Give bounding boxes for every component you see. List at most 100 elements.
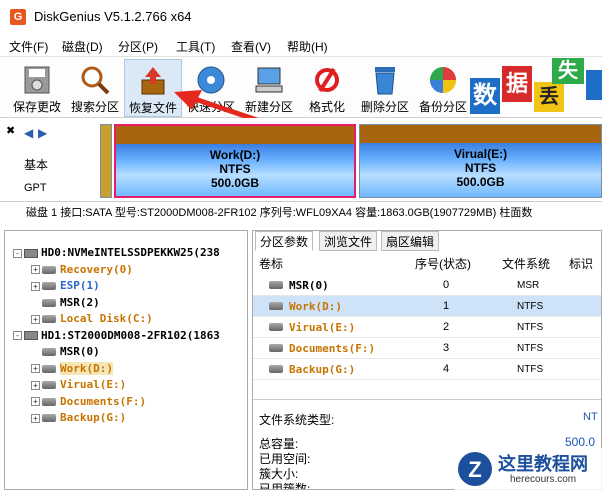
tab-partition-params[interactable]: 分区参数 (255, 231, 314, 251)
small-partition-block[interactable] (100, 124, 112, 198)
partition-block-work[interactable]: Work(D:) NTFS 500.0GB (114, 124, 356, 198)
cell-label: MSR(0) (289, 279, 329, 292)
expand-toggle-icon[interactable]: + (31, 364, 40, 373)
logo-tile-shu: 数 (470, 78, 500, 114)
disk-style: GPT (24, 182, 47, 194)
partition-icon (42, 414, 56, 422)
cell-index: 4 (443, 363, 450, 375)
expand-toggle-icon[interactable]: + (31, 397, 40, 406)
cell-label: Work(D:) (289, 300, 342, 313)
tree-item-label: Virual(E:) (60, 378, 127, 391)
cell-fs: NTFS (517, 343, 544, 354)
search-partition-label: 搜索分区 (70, 100, 119, 114)
tab-sector-edit[interactable]: 扇区编辑 (381, 231, 440, 251)
search-partition-button[interactable]: 搜索分区 (66, 59, 124, 117)
hard-disk-icon (24, 248, 38, 258)
menu-partition[interactable]: 分区(P) (118, 38, 158, 55)
partition-size: 500.0GB (210, 176, 260, 190)
collapse-toggle-icon[interactable]: - (13, 331, 22, 340)
tree-item-label: Local Disk(C:) (60, 312, 153, 325)
delete-partition-button[interactable]: 删除分区 (356, 59, 414, 117)
table-row[interactable]: MSR(0) 0 MSR (253, 275, 601, 296)
partition-icon (269, 302, 283, 310)
col-header-id[interactable]: 标识 (569, 253, 593, 275)
tree-item[interactable]: + Virual(E:) (31, 377, 126, 393)
partition-fs: NTFS (464, 161, 497, 175)
window-title: DiskGenius V5.1.2.766 x64 (34, 9, 192, 24)
cell-label: Virual(E:) (289, 321, 356, 334)
partition-icon (269, 365, 283, 373)
tree-item[interactable]: - HD0:NVMeINTELSSDPEKKW25(238 (13, 245, 220, 261)
partition-icon (42, 397, 56, 406)
backup-pie-icon (430, 67, 456, 93)
backup-partition-label: 备份分区 (418, 100, 467, 114)
tree-item-label: Documents(F:) (60, 394, 147, 408)
col-header-label[interactable]: 卷标 (259, 253, 283, 275)
magnifier-icon (81, 66, 110, 95)
menu-file[interactable]: 文件(F) (9, 38, 48, 55)
watermark-logo-icon: Z (458, 452, 492, 486)
backup-partition-button[interactable]: 备份分区 (414, 59, 472, 117)
table-row[interactable]: Virual(E:) 2 NTFS (253, 317, 601, 338)
tree-item[interactable]: + Documents(F:) (31, 394, 146, 410)
expand-toggle-icon[interactable]: + (31, 380, 40, 390)
table-row[interactable]: Backup(G:) 4 NTFS (253, 359, 601, 380)
tree-item[interactable]: - HD1:ST2000DM008-2FR102(1863 (13, 328, 220, 344)
partition-block-virual[interactable]: Virual(E:) NTFS 500.0GB (359, 124, 602, 198)
save-changes-label: 保存更改 (12, 100, 61, 114)
partition-icon (42, 381, 56, 389)
expand-toggle-icon[interactable]: + (31, 281, 40, 291)
collapse-icon[interactable]: ✖ (6, 124, 15, 137)
tree-item[interactable]: + Backup(G:) (31, 410, 126, 426)
cell-label: Documents(F:) (289, 342, 376, 355)
tree-item[interactable]: + Recovery(0) (31, 262, 133, 278)
prev-disk-icon[interactable]: ◀ (24, 126, 33, 140)
format-icon (315, 67, 339, 93)
cell-index: 3 (443, 342, 450, 354)
col-header-index[interactable]: 序号(状态) (415, 253, 471, 275)
tree-item[interactable]: + Local Disk(C:) (31, 311, 153, 327)
partition-fs: NTFS (219, 162, 251, 176)
partition-icon (42, 315, 56, 323)
data-loss-banner: 数 据 丢 失 (468, 56, 602, 118)
disk-map-side: ✖ ◀ ▶ 基本 GPT (0, 118, 96, 202)
tree-item[interactable]: MSR(2) (31, 295, 100, 311)
fs-type-value: NT (583, 411, 598, 423)
expand-toggle-icon[interactable]: + (31, 413, 40, 423)
cell-fs: NTFS (517, 364, 544, 375)
svg-text:Z: Z (468, 457, 481, 482)
tree-item-label: HD1:ST2000DM008-2FR102(1863 (41, 328, 220, 342)
tree-item[interactable]: MSR(0) (31, 344, 100, 360)
collapse-toggle-icon[interactable]: - (13, 248, 22, 258)
tree-item[interactable]: + Work(D:) (31, 361, 113, 377)
expand-toggle-icon[interactable]: + (31, 265, 40, 274)
logo-tile-ju: 据 (502, 66, 532, 102)
partition-icon (269, 281, 283, 289)
partition-icon (42, 282, 56, 290)
menu-view[interactable]: 查看(V) (231, 38, 271, 55)
table-row[interactable]: Documents(F:) 3 NTFS (253, 338, 601, 359)
save-changes-button[interactable]: 保存更改 (8, 59, 66, 117)
partition-icon (42, 298, 56, 307)
disk-info-line: 磁盘 1 接口:SATA 型号:ST2000DM008-2FR102 序列号:W… (0, 202, 602, 224)
partition-icon (269, 344, 283, 352)
tree-item-label: Recovery(0) (60, 262, 133, 276)
watermark-url: herecours.com (510, 474, 577, 485)
cell-index: 2 (443, 321, 450, 333)
total-capacity-value: 500.0 (565, 435, 596, 449)
menu-disk[interactable]: 磁盘(D) (62, 38, 103, 55)
tree-item-label: ESP(1) (60, 279, 100, 292)
trash-icon (375, 67, 395, 95)
table-row[interactable]: Work(D:) 1 NTFS (253, 296, 601, 317)
tree-item[interactable]: + ESP(1) (31, 278, 100, 294)
cell-label: Backup(G:) (289, 363, 356, 376)
watermark-text: 这里教程网 (498, 454, 588, 474)
menu-tools[interactable]: 工具(T) (176, 38, 215, 55)
partition-name: Work(D:) (209, 148, 261, 162)
next-disk-icon[interactable]: ▶ (38, 126, 47, 140)
cell-fs: NTFS (517, 322, 544, 333)
menu-help[interactable]: 帮助(H) (287, 38, 328, 55)
expand-toggle-icon[interactable]: + (31, 314, 40, 324)
col-header-fs[interactable]: 文件系统 (502, 253, 550, 275)
tab-browse-files[interactable]: 浏览文件 (319, 231, 378, 251)
